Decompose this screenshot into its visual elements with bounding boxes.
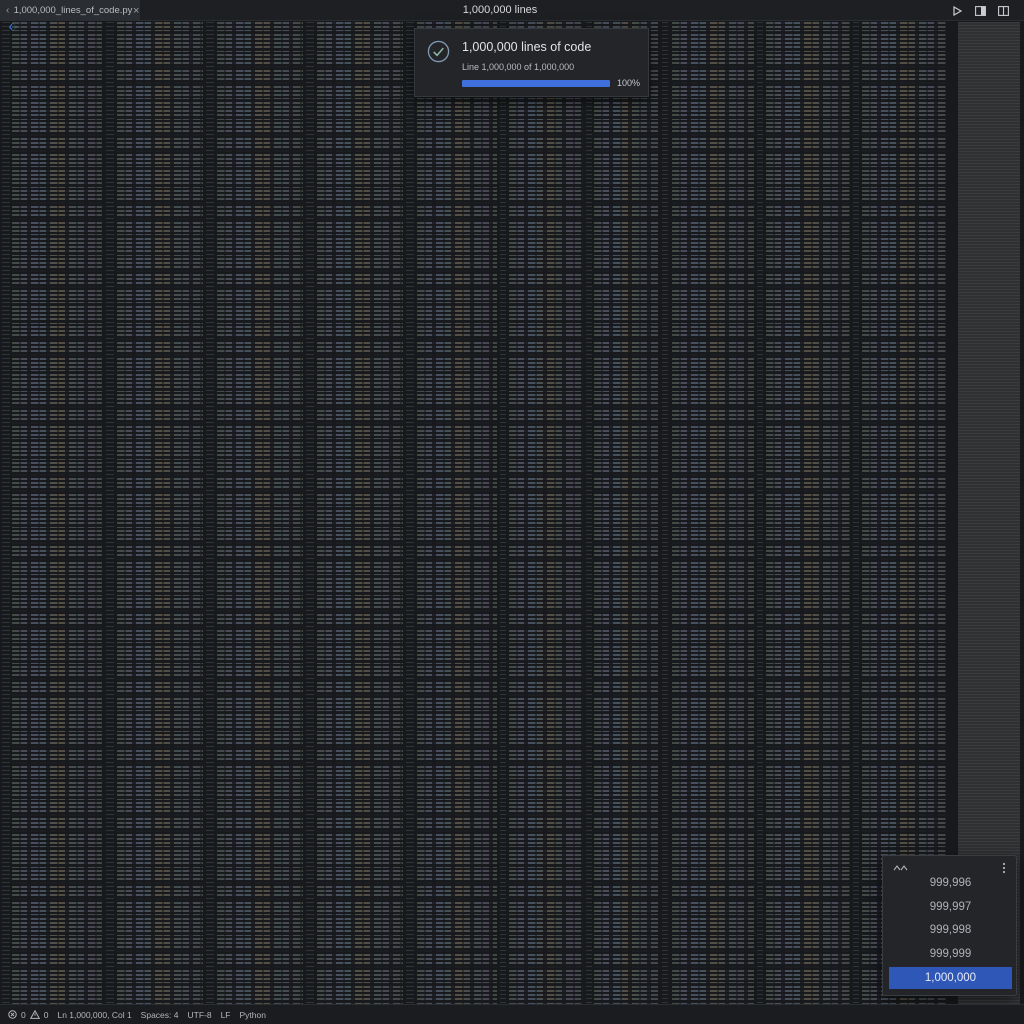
chevron-left-icon[interactable]: ‹ (6, 5, 14, 16)
warning-icon (29, 1010, 40, 1019)
line-item[interactable]: 999,997 (889, 896, 1012, 920)
notification-subtitle: Line 1,000,000 of 1,000,000 (462, 62, 575, 72)
book-icon[interactable] (996, 4, 1010, 18)
progress-fill (462, 80, 610, 87)
check-circle-icon (427, 40, 450, 63)
warning-count: 0 (43, 1009, 49, 1020)
line-gutter (500, 22, 506, 1004)
code-editor[interactable] (0, 22, 1024, 1004)
line-gutter (662, 22, 668, 1004)
play-icon[interactable] (950, 4, 964, 18)
line-list: 999,996 999,997 999,998 999,999 1,000,00… (889, 872, 1012, 989)
code-column (672, 22, 754, 1004)
error-icon (8, 1010, 17, 1019)
line-gutter (853, 22, 859, 1004)
line-item[interactable]: 999,999 (889, 943, 1012, 967)
line-gutter (306, 22, 314, 1004)
error-count: 0 (21, 1009, 26, 1020)
split-editor-icon[interactable] (973, 4, 987, 18)
line-item[interactable]: 999,998 (889, 919, 1012, 943)
code-column (766, 22, 850, 1004)
code-column (317, 22, 403, 1004)
code-column (509, 22, 583, 1004)
close-icon[interactable]: × (132, 5, 140, 17)
editor-tab[interactable]: ‹ 1,000,000_lines_of_code.py × (0, 0, 140, 21)
code-column (12, 22, 102, 1004)
completion-notification: 1,000,000 lines of code Line 1,000,000 o… (414, 28, 649, 97)
line-ending[interactable]: LF (221, 1010, 231, 1020)
line-picker[interactable]: 999,996 999,997 999,998 999,999 1,000,00… (882, 855, 1017, 996)
progress-percent: 100% (617, 78, 641, 88)
line-gutter (406, 22, 414, 1004)
code-column (117, 22, 203, 1004)
window-title: 1,000,000 lines (462, 4, 538, 16)
title-bar: ‹ 1,000,000_lines_of_code.py × 1,000,000… (0, 0, 1024, 21)
line-gutter (586, 22, 592, 1004)
line-gutter (757, 22, 763, 1004)
code-column (594, 22, 658, 1004)
line-item[interactable]: 999,996 (889, 872, 1012, 896)
encoding[interactable]: UTF-8 (187, 1010, 211, 1020)
line-gutter (2, 22, 10, 1004)
code-column (417, 22, 497, 1004)
problems-indicator[interactable]: 0 0 (8, 1010, 48, 1020)
notification-title: 1,000,000 lines of code (462, 40, 592, 54)
line-item-selected[interactable]: 1,000,000 (889, 967, 1012, 989)
line-gutter (206, 22, 214, 1004)
progress-bar (462, 80, 610, 87)
language-mode[interactable]: Python (240, 1010, 266, 1020)
tab-filename: 1,000,000_lines_of_code.py (13, 5, 133, 16)
cursor-position[interactable]: Ln 1,000,000, Col 1 (57, 1010, 131, 1020)
code-column (217, 22, 303, 1004)
status-bar: 0 0 Ln 1,000,000, Col 1 Spaces: 4 UTF-8 … (0, 1004, 1024, 1024)
line-gutter (106, 22, 114, 1004)
indentation[interactable]: Spaces: 4 (141, 1010, 179, 1020)
